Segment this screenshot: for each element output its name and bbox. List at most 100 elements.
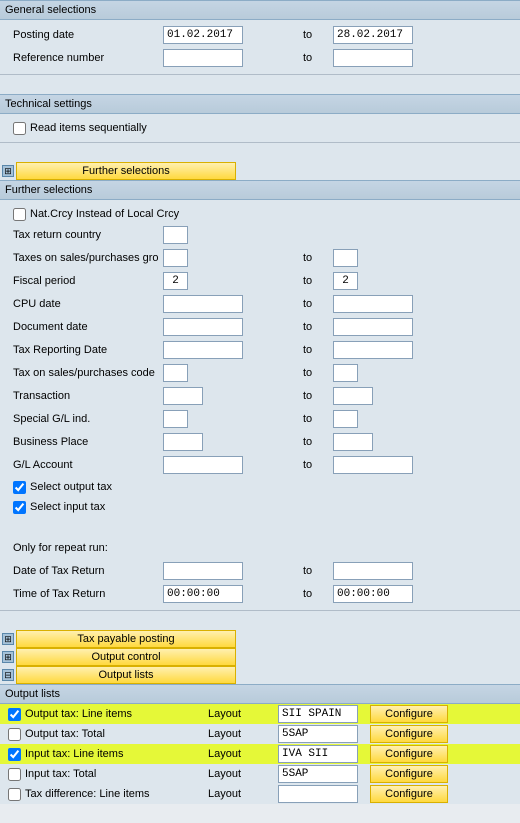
- gl-account-label: G/L Account: [5, 459, 163, 471]
- taxes-gro-label: Taxes on sales/purchases gro: [5, 252, 163, 264]
- to-label: to: [303, 436, 333, 448]
- configure-button[interactable]: Configure: [370, 765, 448, 783]
- cpu-date-label: CPU date: [5, 298, 163, 310]
- read-sequentially-label: Read items sequentially: [30, 122, 147, 134]
- layout-label: Layout: [208, 708, 278, 720]
- select-output-tax-checkbox[interactable]: [13, 481, 26, 494]
- tax-return-country-input[interactable]: [163, 226, 188, 244]
- fiscal-period-label: Fiscal period: [5, 275, 163, 287]
- reference-label: Reference number: [5, 52, 163, 64]
- posting-date-to-input[interactable]: [333, 26, 413, 44]
- to-label: to: [303, 252, 333, 264]
- technical-section-body: Read items sequentially: [0, 114, 520, 142]
- business-place-to-input[interactable]: [333, 433, 373, 451]
- further-selections-button[interactable]: Further selections: [16, 162, 236, 180]
- nat-crcy-checkbox[interactable]: [13, 208, 26, 221]
- output-tax-line-checkbox[interactable]: [8, 708, 21, 721]
- cpu-date-to-input[interactable]: [333, 295, 413, 313]
- fiscal-period-to-input[interactable]: [333, 272, 358, 290]
- layout-label: Layout: [208, 728, 278, 740]
- transaction-label: Transaction: [5, 390, 163, 402]
- read-sequentially-checkbox[interactable]: [13, 122, 26, 135]
- to-label: to: [303, 275, 333, 287]
- doc-date-from-input[interactable]: [163, 318, 243, 336]
- select-input-tax-label: Select input tax: [30, 501, 105, 513]
- output-lists-header: Output lists: [0, 684, 520, 704]
- gl-account-from-input[interactable]: [163, 456, 243, 474]
- taxes-gro-to-input[interactable]: [333, 249, 358, 267]
- gl-account-to-input[interactable]: [333, 456, 413, 474]
- fiscal-period-from-input[interactable]: [163, 272, 188, 290]
- to-label: to: [303, 321, 333, 333]
- general-section-header: General selections: [0, 0, 520, 20]
- select-input-tax-checkbox[interactable]: [13, 501, 26, 514]
- tax-diff-row: Tax difference: Line items Layout Config…: [0, 784, 520, 804]
- output-lists-button[interactable]: Output lists: [16, 666, 236, 684]
- general-section-body: Posting date to Reference number to: [0, 20, 520, 74]
- input-tax-line-items-row: Input tax: Line items Layout Configure: [0, 744, 520, 764]
- special-gl-label: Special G/L ind.: [5, 413, 163, 425]
- doc-date-to-input[interactable]: [333, 318, 413, 336]
- to-label: to: [303, 588, 333, 600]
- tax-diff-checkbox[interactable]: [8, 788, 21, 801]
- tax-code-label: Tax on sales/purchases code: [5, 367, 163, 379]
- posting-date-from-input[interactable]: [163, 26, 243, 44]
- collapse-icon[interactable]: ⊟: [2, 669, 14, 681]
- date-return-to-input[interactable]: [333, 562, 413, 580]
- output-tax-line-layout-input[interactable]: [278, 705, 358, 723]
- date-return-label: Date of Tax Return: [5, 565, 163, 577]
- tax-report-date-label: Tax Reporting Date: [5, 344, 163, 356]
- to-label: to: [303, 52, 333, 64]
- input-tax-line-checkbox[interactable]: [8, 748, 21, 761]
- tax-diff-label: Tax difference: Line items: [25, 788, 150, 800]
- to-label: to: [303, 459, 333, 471]
- to-label: to: [303, 298, 333, 310]
- input-tax-line-label: Input tax: Line items: [25, 748, 123, 760]
- nat-crcy-label: Nat.Crcy Instead of Local Crcy: [30, 208, 179, 220]
- reference-from-input[interactable]: [163, 49, 243, 67]
- tax-diff-layout-input[interactable]: [278, 785, 358, 803]
- output-tax-total-layout-input[interactable]: [278, 725, 358, 743]
- output-tax-line-items-row: Output tax: Line items Layout Configure: [0, 704, 520, 724]
- tax-report-date-to-input[interactable]: [333, 341, 413, 359]
- transaction-from-input[interactable]: [163, 387, 203, 405]
- tax-report-date-from-input[interactable]: [163, 341, 243, 359]
- further-section-header: Further selections: [0, 180, 520, 200]
- date-return-from-input[interactable]: [163, 562, 243, 580]
- taxes-gro-from-input[interactable]: [163, 249, 188, 267]
- reference-to-input[interactable]: [333, 49, 413, 67]
- output-lists-body: Output tax: Line items Layout Configure …: [0, 704, 520, 804]
- special-gl-from-input[interactable]: [163, 410, 188, 428]
- expand-icon[interactable]: ⊞: [2, 165, 14, 177]
- output-tax-total-label: Output tax: Total: [25, 728, 105, 740]
- to-label: to: [303, 390, 333, 402]
- tax-code-to-input[interactable]: [333, 364, 358, 382]
- input-tax-line-layout-input[interactable]: [278, 745, 358, 763]
- special-gl-to-input[interactable]: [333, 410, 358, 428]
- output-tax-total-checkbox[interactable]: [8, 728, 21, 741]
- configure-button[interactable]: Configure: [370, 745, 448, 763]
- further-section-body: Nat.Crcy Instead of Local Crcy Tax retur…: [0, 200, 520, 610]
- business-place-from-input[interactable]: [163, 433, 203, 451]
- configure-button[interactable]: Configure: [370, 725, 448, 743]
- expand-icon[interactable]: ⊞: [2, 633, 14, 645]
- expand-icon[interactable]: ⊞: [2, 651, 14, 663]
- configure-button[interactable]: Configure: [370, 705, 448, 723]
- tax-return-country-label: Tax return country: [5, 229, 163, 241]
- output-control-button[interactable]: Output control: [16, 648, 236, 666]
- to-label: to: [303, 367, 333, 379]
- time-return-to-input[interactable]: [333, 585, 413, 603]
- layout-label: Layout: [208, 768, 278, 780]
- to-label: to: [303, 29, 333, 41]
- repeat-run-label: Only for repeat run:: [5, 542, 163, 554]
- technical-section-header: Technical settings: [0, 94, 520, 114]
- tax-code-from-input[interactable]: [163, 364, 188, 382]
- input-tax-total-checkbox[interactable]: [8, 768, 21, 781]
- transaction-to-input[interactable]: [333, 387, 373, 405]
- select-output-tax-label: Select output tax: [30, 481, 112, 493]
- cpu-date-from-input[interactable]: [163, 295, 243, 313]
- configure-button[interactable]: Configure: [370, 785, 448, 803]
- input-tax-total-layout-input[interactable]: [278, 765, 358, 783]
- time-return-from-input[interactable]: [163, 585, 243, 603]
- tax-payable-button[interactable]: Tax payable posting: [16, 630, 236, 648]
